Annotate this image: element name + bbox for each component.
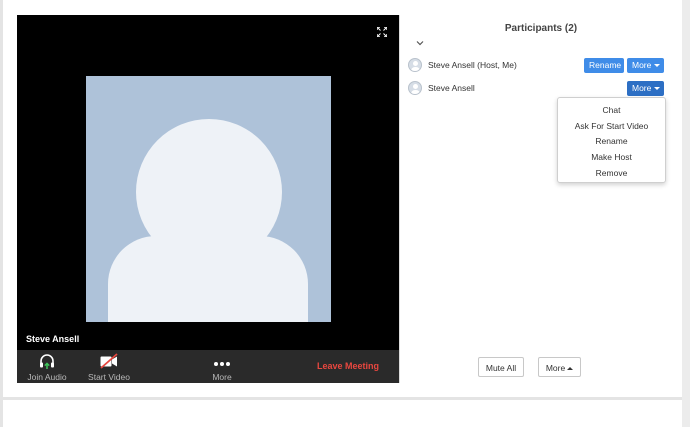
join-audio-button[interactable]: Join Audio [23, 350, 71, 383]
leave-meeting-button[interactable]: Leave Meeting [317, 361, 379, 371]
panel-divider [399, 15, 400, 383]
join-audio-label: Join Audio [27, 372, 67, 382]
meeting-toolbar: Join Audio Start Video More Leave Meetin… [17, 350, 399, 383]
menu-item-chat[interactable]: Chat [558, 105, 665, 115]
participants-more-label: More [545, 363, 566, 373]
participant-row: Steve Ansell (Host, Me) Rename More [408, 58, 668, 74]
more-toolbar-label: More [212, 372, 232, 382]
video-avatar-placeholder [86, 76, 331, 322]
bottom-strip [3, 400, 687, 427]
rename-button[interactable]: Rename [584, 58, 624, 73]
window-edge [682, 0, 690, 427]
video-camera-off-icon [100, 353, 118, 369]
headphones-icon [40, 354, 54, 369]
menu-item-rename[interactable]: Rename [558, 136, 665, 146]
participant-avatar-icon [408, 58, 422, 72]
participant-name: Steve Ansell [428, 83, 475, 93]
chevron-down-icon[interactable] [416, 40, 424, 46]
participant-more-label: More [632, 83, 652, 93]
avatar-body [108, 236, 308, 322]
participant-name: Steve Ansell (Host, Me) [428, 60, 517, 70]
caret-down-icon [654, 64, 661, 68]
rename-label: Rename [589, 60, 622, 70]
start-video-label: Start Video [88, 372, 130, 382]
caret-up-icon [567, 367, 574, 371]
participant-row: Steve Ansell More [408, 81, 668, 97]
more-dots-icon [214, 362, 230, 366]
fullscreen-icon[interactable] [377, 27, 387, 37]
menu-item-remove[interactable]: Remove [558, 168, 665, 178]
participant-avatar-icon [408, 81, 422, 95]
start-video-button[interactable]: Start Video [83, 350, 135, 383]
participant-context-menu: Chat Ask For Start Video Rename Make Hos… [557, 97, 666, 183]
mute-all-label: Mute All [485, 363, 517, 373]
caret-down-icon [654, 87, 661, 91]
menu-item-ask-for-start-video[interactable]: Ask For Start Video [558, 121, 665, 131]
participant-more-label: More [632, 60, 652, 70]
menu-item-make-host[interactable]: Make Host [558, 152, 665, 162]
video-participant-name: Steve Ansell [26, 334, 80, 344]
video-panel: Steve Ansell Join Audio Start Video More… [17, 15, 399, 383]
more-toolbar-button[interactable]: More [202, 350, 242, 383]
mute-all-button[interactable]: Mute All [478, 357, 524, 377]
participant-more-button[interactable]: More [627, 58, 664, 73]
participant-more-button-active[interactable]: More [627, 81, 664, 96]
participants-more-button[interactable]: More [538, 357, 581, 377]
participants-title: Participants (2) [504, 23, 578, 34]
